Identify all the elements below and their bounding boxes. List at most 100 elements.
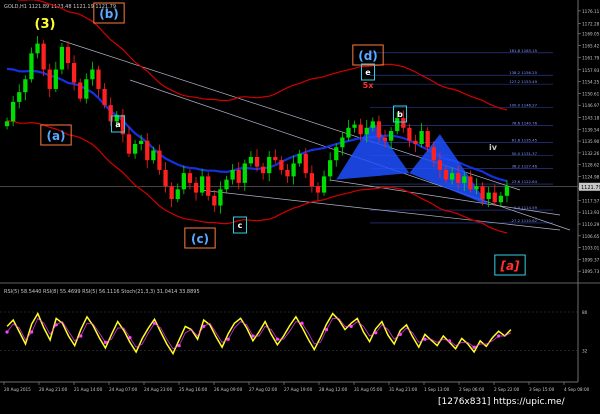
price-axis-label: 1176.11 [582, 9, 600, 14]
candle-body [17, 92, 22, 102]
price-axis-label: 1128.62 [582, 163, 600, 168]
price-axis-label: 1143.18 [582, 116, 600, 121]
time-axis-label: 31 Aug 05:00 [354, 387, 383, 392]
time-axis-label: 21 Aug 14:00 [74, 387, 103, 392]
candle-body [273, 156, 278, 161]
wave-label: (c) [191, 232, 209, 246]
candle-body [65, 46, 71, 64]
time-axis-label: 4 Sep 08:00 [564, 387, 590, 392]
time-axis-label: 1 Sep 13:00 [424, 387, 450, 392]
candle-body [303, 153, 308, 174]
fib-level-label: 0.0 1114.59 [514, 205, 538, 210]
time-axis-label: 2 Sep 06:00 [459, 387, 485, 392]
candle-body [291, 163, 296, 177]
price-axis-label: 1161.79 [582, 55, 600, 60]
price-axis-label: 1150.61 [582, 91, 600, 96]
price-axis-label: 1095.73 [582, 269, 600, 274]
oscillator-info: RSI(5) 58.5440 RSI(8) 55.4699 RSI(5) 56.… [4, 289, 200, 295]
candle-body [187, 173, 193, 183]
stochastic-marker [374, 331, 378, 335]
wave-label: (3) [35, 17, 56, 32]
candle-body [401, 118, 406, 128]
stochastic-marker [398, 332, 402, 336]
stochastic-marker [349, 324, 353, 328]
candle-body [193, 182, 199, 193]
stochastic-marker [447, 339, 452, 343]
stochastic-marker [152, 321, 157, 325]
candle-body [248, 156, 254, 164]
candle-body [169, 186, 174, 200]
candle-body [71, 63, 77, 83]
candle-body [449, 173, 455, 180]
candle-body [474, 186, 479, 190]
wave-label: c [238, 221, 243, 230]
price-axis-label: 1157.93 [582, 68, 600, 73]
fib-level-label: 100.0 1146.27 [509, 103, 537, 108]
candle-body [181, 173, 186, 190]
candle-body [206, 176, 211, 196]
price-axis-label: 1135.90 [582, 139, 600, 144]
fib-level-label: 127.2 1153.49 [509, 79, 537, 84]
candle-body [279, 160, 284, 170]
candle-body [108, 105, 113, 122]
time-axis-label: 24 Aug 23:00 [144, 387, 173, 392]
candle-body [437, 160, 443, 170]
fib-level-label: 50.0 1131.37 [512, 151, 538, 156]
stochastic-marker [275, 337, 280, 341]
candle-body [145, 140, 150, 161]
candle-body [230, 169, 235, 180]
candle-body [297, 153, 302, 164]
candle-body [382, 137, 388, 141]
stochastic-marker [103, 340, 107, 344]
candle-body [364, 127, 369, 135]
candle-body [370, 121, 375, 128]
candle-body [175, 189, 180, 200]
candle-body [468, 176, 473, 190]
time-axis-label: 20 Aug 21:00 [39, 387, 68, 392]
candle-body [47, 69, 52, 89]
candle-body [352, 124, 357, 128]
candle-body [78, 82, 83, 99]
candle-body [96, 69, 101, 89]
candle-body [431, 147, 436, 161]
time-axis-label: 2 Sep 22:00 [494, 387, 520, 392]
wave-label: 5x [363, 81, 375, 90]
stochastic-marker [128, 336, 132, 340]
candle-body [388, 131, 394, 141]
candle-body [358, 124, 363, 135]
candle-body [212, 195, 217, 206]
time-axis-label: 25 Aug 16:00 [179, 387, 208, 392]
stochastic-marker [423, 337, 427, 341]
time-axis-label: 31 Aug 21:00 [389, 387, 418, 392]
candle-body [425, 131, 430, 148]
stochastic-marker [324, 328, 329, 332]
price-chart-svg[interactable]: GOLD,H1 1121.89 1123.48 1121.19 1121.79 … [0, 0, 600, 410]
candle-body [35, 43, 40, 54]
watermark: [1276x831] https://upic.me/ [438, 397, 566, 407]
fib-level-label: 161.8 1163.15 [509, 48, 537, 53]
candle-body [315, 186, 321, 193]
candle-body [139, 140, 144, 144]
candle-body [413, 140, 418, 144]
price-axis-label: 1113.93 [582, 210, 600, 215]
price-axis-label: 1146.97 [582, 103, 600, 108]
candle-body [242, 163, 247, 183]
candle-body [59, 46, 65, 70]
candle-body [395, 118, 400, 132]
stochastic-marker [472, 345, 476, 349]
time-axis-label: 24 Aug 07:00 [109, 387, 138, 392]
candle-body [84, 79, 89, 99]
candle-body [328, 160, 333, 177]
fib-level-label: 138.2 1156.25 [509, 70, 537, 75]
svg-text:1121.79: 1121.79 [581, 185, 600, 191]
candle-body [157, 150, 162, 170]
candle-body [236, 169, 241, 183]
price-axis-label: 1124.98 [582, 174, 600, 179]
wave-label: b [397, 110, 403, 119]
stochastic-marker [177, 344, 181, 348]
candle-body [260, 166, 266, 174]
fib-level-label: 61.8 1135.45 [512, 138, 538, 143]
candle-body [407, 127, 412, 141]
osc-axis-label: 80 [582, 310, 588, 315]
candle-body [267, 156, 272, 174]
